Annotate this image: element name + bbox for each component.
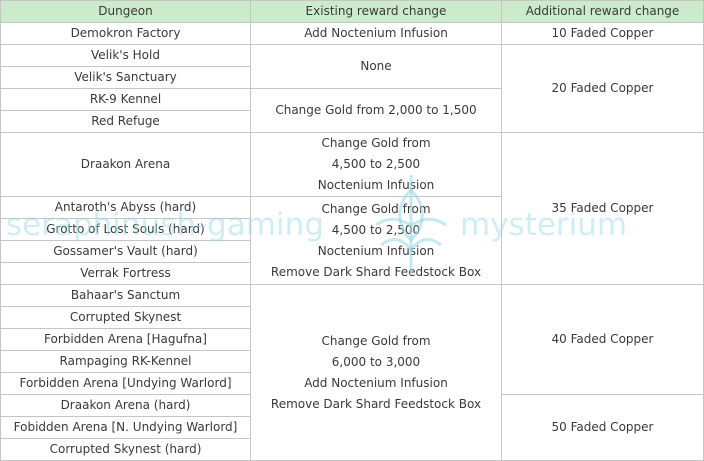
existing-change-line: Change Gold from	[321, 201, 431, 216]
dungeon-cell: Velik's Hold	[0, 44, 251, 67]
existing-change-cell: Change Gold from 4,500 to 2,500 Nocteniu…	[250, 132, 502, 197]
dungeon-cell: Grotto of Lost Souls (hard)	[0, 218, 251, 241]
existing-change-line: Remove Dark Shard Feedstock Box	[270, 264, 482, 279]
dungeon-cell: Draakon Arena	[0, 132, 251, 197]
additional-change-cell: 35 Faded Copper	[501, 132, 704, 285]
header-row: Dungeon Existing reward change Additiona…	[0, 0, 704, 23]
additional-change-cell: 20 Faded Copper	[501, 44, 704, 133]
dungeon-cell: Verrak Fortress	[0, 262, 251, 285]
dungeon-cell: Antaroth's Abyss (hard)	[0, 196, 251, 219]
additional-change-cell: 40 Faded Copper	[501, 284, 704, 395]
dungeon-cell: Velik's Sanctuary	[0, 66, 251, 89]
header-existing-reward: Existing reward change	[250, 0, 502, 23]
header-dungeon: Dungeon	[0, 0, 251, 23]
dungeon-cell: Forbidden Arena [Hagufna]	[0, 328, 251, 351]
dungeon-cell: RK-9 Kennel	[0, 88, 251, 111]
existing-change-cell: None	[250, 44, 502, 89]
additional-change-cell: 50 Faded Copper	[501, 394, 704, 461]
dungeon-cell: Red Refuge	[0, 110, 251, 133]
existing-change-line: Add Noctenium Infusion	[304, 375, 448, 390]
dungeon-cell: Forbidden Arena [Undying Warlord]	[0, 372, 251, 395]
existing-change-cell: Change Gold from 6,000 to 3,000 Add Noct…	[250, 284, 502, 461]
dungeon-cell: Bahaar's Sanctum	[0, 284, 251, 307]
table-row: Velik's Hold None 20 Faded Copper	[0, 44, 704, 133]
dungeon-cell: Corrupted Skynest	[0, 306, 251, 329]
table-row: Bahaar's Sanctum Change Gold from 6,000 …	[0, 284, 704, 461]
existing-change-line: Noctenium Infusion	[317, 243, 435, 258]
existing-change-line: 4,500 to 2,500	[331, 157, 421, 171]
existing-change-cell: Add Noctenium Infusion	[250, 22, 502, 45]
dungeon-cell: Demokron Factory	[0, 22, 251, 45]
dungeon-cell: Draakon Arena (hard)	[0, 394, 251, 417]
reward-change-table: Dungeon Existing reward change Additiona…	[0, 0, 704, 461]
dungeon-cell: Fobidden Arena [N. Undying Warlord]	[0, 416, 251, 439]
existing-change-line: Change Gold from	[321, 333, 431, 348]
existing-change-line: 6,000 to 3,000	[331, 354, 421, 369]
header-additional-reward: Additional reward change	[501, 0, 704, 23]
existing-change-cell: Change Gold from 4,500 to 2,500 Nocteniu…	[250, 196, 502, 285]
existing-change-line: 4,500 to 2,500	[331, 222, 421, 237]
table-row: Draakon Arena Change Gold from 4,500 to …	[0, 132, 704, 285]
existing-change-line: Noctenium Infusion	[317, 178, 435, 192]
existing-change-line: Remove Dark Shard Feedstock Box	[270, 396, 482, 411]
additional-change-cell: 10 Faded Copper	[501, 22, 704, 45]
dungeon-cell: Gossamer's Vault (hard)	[0, 240, 251, 263]
existing-change-cell: Change Gold from 2,000 to 1,500	[250, 88, 502, 133]
existing-change-line: Change Gold from	[321, 136, 431, 150]
table-row: Demokron Factory Add Noctenium Infusion …	[0, 22, 704, 45]
dungeon-cell: Rampaging RK-Kennel	[0, 350, 251, 373]
